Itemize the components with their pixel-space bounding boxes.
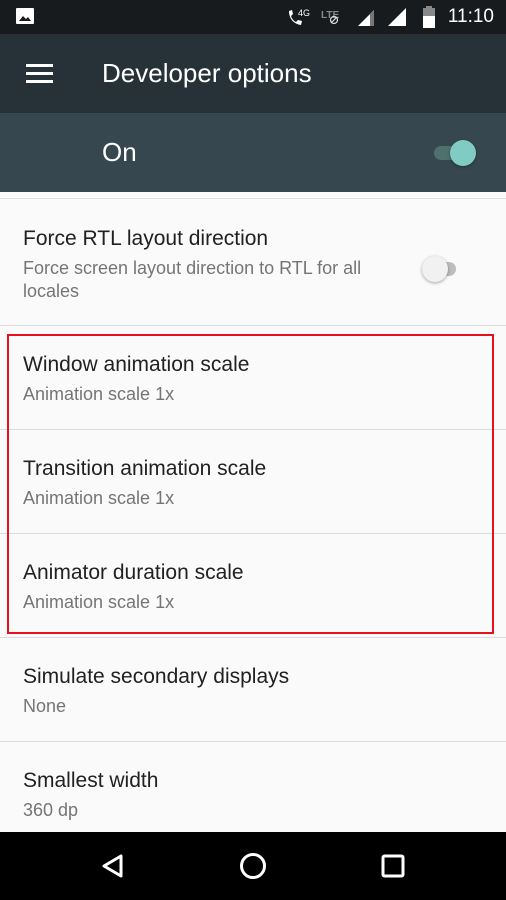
setting-title: Smallest width — [23, 769, 159, 792]
setting-summary: Animation scale 1x — [23, 592, 175, 612]
force-rtl-toggle[interactable] — [420, 254, 464, 284]
setting-smallest-width[interactable]: Smallest width 360 dp — [0, 742, 506, 846]
app-bar: Developer options — [0, 34, 506, 113]
clock: 11:10 — [447, 6, 494, 27]
navigation-bar — [0, 832, 506, 900]
svg-text:4G: 4G — [298, 8, 310, 18]
home-icon[interactable] — [235, 848, 271, 884]
setting-summary: Animation scale 1x — [23, 384, 175, 404]
setting-summary: 360 dp — [23, 800, 79, 820]
setting-title: Transition animation scale — [23, 457, 267, 480]
signal-sim1-icon — [357, 10, 374, 26]
back-icon[interactable] — [95, 848, 131, 884]
setting-summary: None — [23, 696, 67, 716]
setting-title: Animator duration scale — [23, 561, 244, 584]
status-bar: 4G LTE 11:10 — [0, 0, 506, 34]
recents-icon[interactable] — [375, 848, 411, 884]
developer-options-toggle[interactable] — [432, 138, 476, 168]
status-icons: 4G LTE 11:10 — [286, 0, 494, 34]
master-switch-bar[interactable]: On — [0, 113, 506, 192]
master-switch-label: On — [102, 137, 137, 167]
setting-animator-duration-scale[interactable]: Animator duration scale Animation scale … — [0, 534, 506, 638]
setting-title: Force RTL layout direction — [23, 227, 269, 250]
settings-list: Force RTL layout direction Force screen … — [0, 192, 506, 846]
image-notification-icon — [16, 8, 34, 24]
toggle-thumb — [422, 256, 448, 282]
signal-sim2-icon — [387, 8, 406, 26]
hamburger-menu-icon[interactable] — [26, 64, 53, 84]
wifi-calling-4g-icon: 4G — [288, 8, 310, 25]
setting-simulate-secondary-displays[interactable]: Simulate secondary displays None — [0, 638, 506, 742]
setting-summary: Animation scale 1x — [23, 488, 175, 508]
setting-title: Simulate secondary displays — [23, 665, 290, 688]
setting-title: Window animation scale — [23, 353, 250, 376]
setting-summary: Force screen layout direction to RTL for… — [23, 258, 362, 301]
setting-window-animation-scale[interactable]: Window animation scale Animation scale 1… — [0, 326, 506, 430]
page-title: Developer options — [102, 58, 312, 88]
setting-transition-animation-scale[interactable]: Transition animation scale Animation sca… — [0, 430, 506, 534]
list-divider — [0, 192, 506, 199]
setting-force-rtl[interactable]: Force RTL layout direction Force screen … — [0, 199, 506, 326]
battery-icon — [422, 6, 435, 28]
lte-disabled-icon: LTE — [321, 10, 339, 25]
toggle-thumb — [450, 140, 476, 166]
